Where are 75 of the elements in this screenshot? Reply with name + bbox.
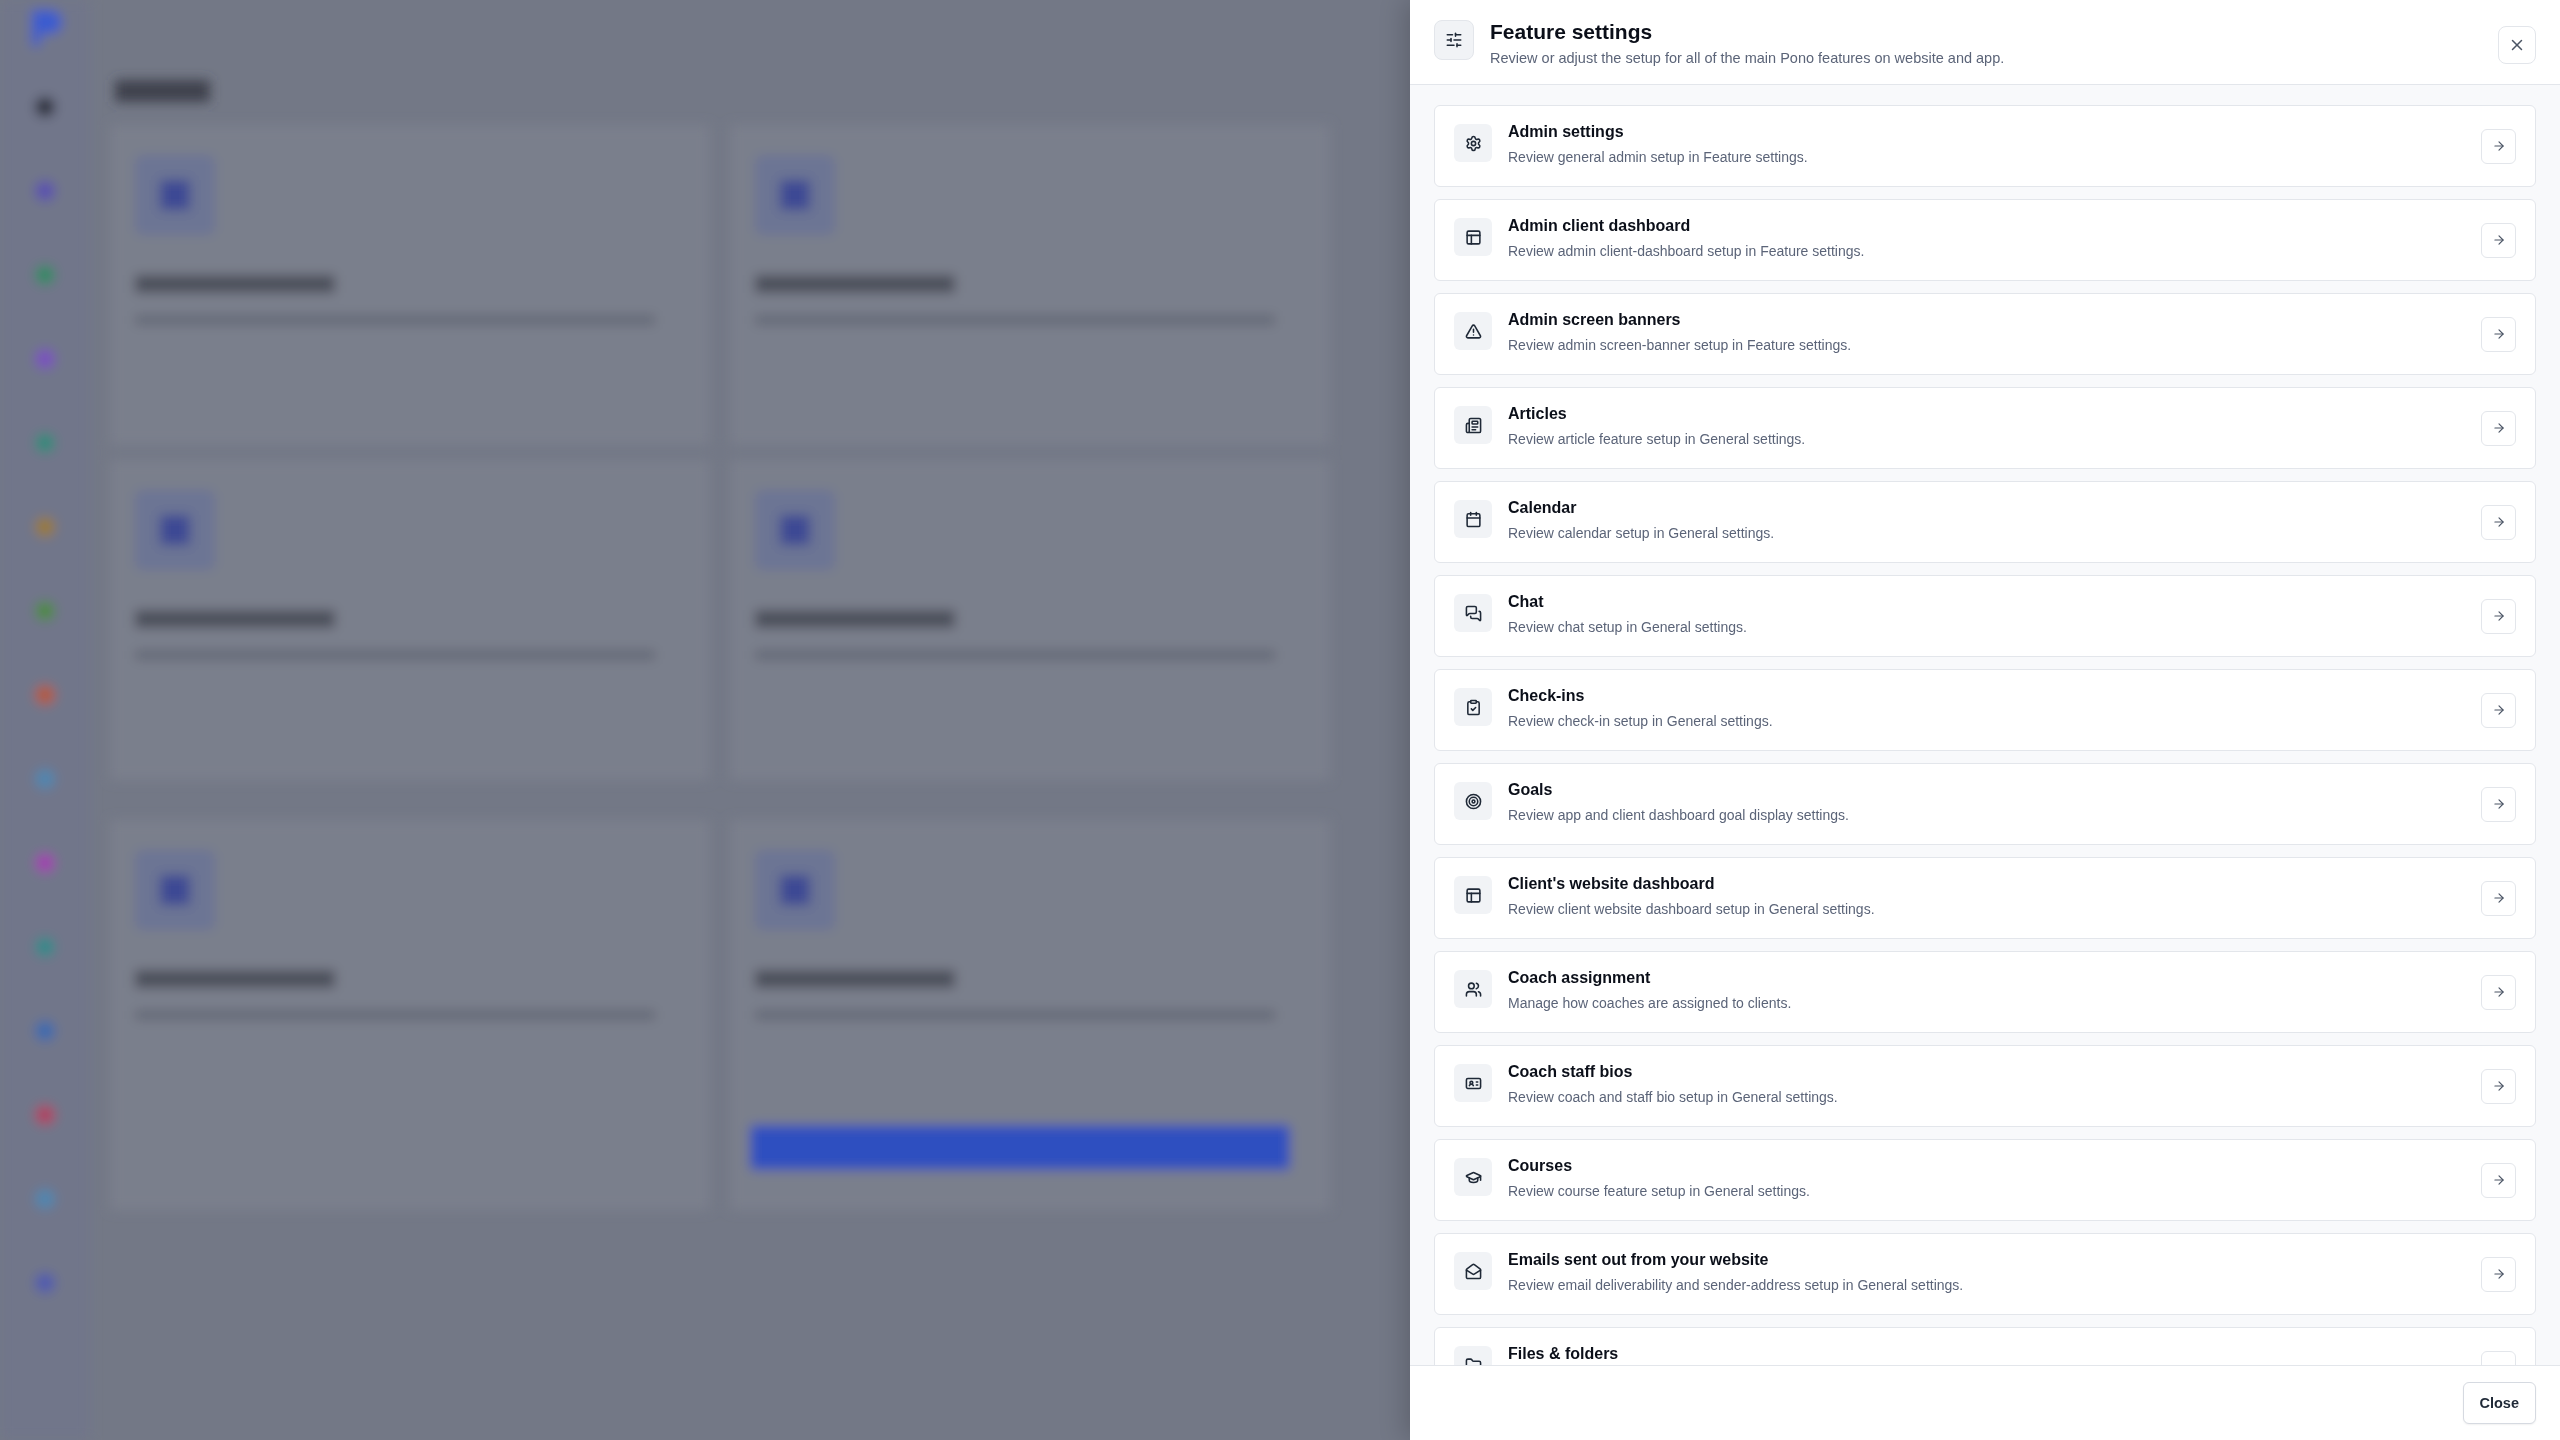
layout-icon xyxy=(1454,876,1492,914)
panel-subtitle: Review or adjust the setup for all of the main Pono features on website and app. xyxy=(1490,50,2006,66)
feature-description: Review chat setup in General settings. xyxy=(1508,619,1748,635)
feature-row[interactable]: Admin screen banners Review admin screen-banner setup in Feature settings. xyxy=(1434,293,2536,375)
feature-description: Review coach and staff bio setup in General settings. xyxy=(1508,1089,1839,1105)
feature-title: Articles xyxy=(1508,405,1568,423)
gear-icon xyxy=(1454,124,1492,162)
feature-description: Review article feature setup in General settings. xyxy=(1508,431,1807,447)
warning-icon xyxy=(1454,312,1492,350)
feature-description: Review course feature setup in General settings. xyxy=(1508,1183,1811,1199)
clipboard-check-icon xyxy=(1454,688,1492,726)
feature-title: Goals xyxy=(1508,781,1554,799)
feature-title: Chat xyxy=(1508,593,1545,611)
feature-row[interactable]: Check-ins Review check-in setup in General settings. xyxy=(1434,669,2536,751)
id-card-icon xyxy=(1454,1064,1492,1102)
arrow-button[interactable] xyxy=(2481,974,2516,1010)
arrow-button[interactable] xyxy=(2481,598,2516,634)
arrow-button[interactable] xyxy=(2481,1068,2516,1104)
feature-title: Calendar xyxy=(1508,499,1578,517)
sliders-icon xyxy=(1434,20,1474,60)
feature-row[interactable]: Emails sent out from your website Review email deliverability and sender-address setup in General settings. xyxy=(1434,1233,2536,1315)
feature-row[interactable]: Admin client dashboard Review admin client-dashboard setup in Feature settings. xyxy=(1434,199,2536,281)
feature-row[interactable]: Goals Review app and client dashboard goal display settings. xyxy=(1434,763,2536,845)
feature-title: Check-ins xyxy=(1508,687,1586,705)
feature-row[interactable]: Client's website dashboard Review client website dashboard setup in General settings. xyxy=(1434,857,2536,939)
feature-title: Files & folders xyxy=(1508,1345,1620,1363)
arrow-button[interactable] xyxy=(2481,128,2516,164)
feature-row[interactable]: Courses Review course feature setup in General settings. xyxy=(1434,1139,2536,1221)
people-icon xyxy=(1454,970,1492,1008)
chat-bubbles-icon xyxy=(1454,594,1492,632)
arrow-button[interactable] xyxy=(2481,410,2516,446)
panel-title: Feature settings xyxy=(1490,20,1654,44)
graduation-cap-icon xyxy=(1454,1158,1492,1196)
arrow-right-icon xyxy=(2491,1079,2506,1093)
arrow-button[interactable] xyxy=(2481,1256,2516,1292)
arrow-button[interactable] xyxy=(2481,880,2516,916)
feature-title: Emails sent out from your website xyxy=(1508,1251,1770,1269)
feature-title: Coach assignment xyxy=(1508,969,1652,987)
arrow-button[interactable] xyxy=(2481,222,2516,258)
feature-row[interactable]: Articles Review article feature setup in General settings. xyxy=(1434,387,2536,469)
arrow-button[interactable] xyxy=(2481,692,2516,728)
layout-icon xyxy=(1454,218,1492,256)
arrow-button[interactable] xyxy=(2481,504,2516,540)
arrow-button[interactable] xyxy=(2481,786,2516,822)
feature-row[interactable]: Coach assignment Manage how coaches are assigned to clients. xyxy=(1434,951,2536,1033)
open-envelope-icon xyxy=(1454,1252,1492,1290)
feature-description: Review calendar setup in General settings. xyxy=(1508,525,1776,541)
feature-description: Review admin client-dashboard setup in Feature settings. xyxy=(1508,243,1866,259)
feature-description: Review email deliverability and sender-address setup in General settings. xyxy=(1508,1277,1965,1293)
newspaper-icon xyxy=(1454,406,1492,444)
feature-title: Admin settings xyxy=(1508,123,1625,141)
feature-description: Review check-in setup in General settings. xyxy=(1508,713,1774,729)
feature-description: Review client website dashboard setup in General settings. xyxy=(1508,901,1876,917)
calendar-icon xyxy=(1454,500,1492,538)
feature-description: Review general admin setup in Feature settings. xyxy=(1508,149,1809,165)
arrow-right-icon xyxy=(2491,1267,2506,1281)
feature-title: Coach staff bios xyxy=(1508,1063,1634,1081)
arrow-button[interactable] xyxy=(2481,316,2516,352)
arrow-right-icon xyxy=(2491,1173,2506,1187)
target-icon xyxy=(1454,782,1492,820)
close-button[interactable]: Close xyxy=(2462,1382,2536,1424)
feature-row[interactable]: Coach staff bios Review coach and staff bio setup in General settings. xyxy=(1434,1045,2536,1127)
feature-title: Admin client dashboard xyxy=(1508,217,1692,235)
feature-title: Client's website dashboard xyxy=(1508,875,1716,893)
arrow-button[interactable] xyxy=(2481,1162,2516,1198)
feature-description: Manage how coaches are assigned to clients. xyxy=(1508,995,1793,1011)
feature-description: Review admin screen-banner setup in Feature settings. xyxy=(1508,337,1853,353)
feature-row[interactable]: Calendar Review calendar setup in General settings. xyxy=(1434,481,2536,563)
close-button[interactable] xyxy=(2498,26,2536,64)
feature-title: Admin screen banners xyxy=(1508,311,1682,329)
feature-row[interactable]: Chat Review chat setup in General settings. xyxy=(1434,575,2536,657)
feature-row[interactable]: Files & folders xyxy=(1434,1327,2536,1365)
feature-row[interactable]: Admin settings Review general admin setup in Feature settings. xyxy=(1434,105,2536,187)
feature-title: Courses xyxy=(1508,1157,1574,1175)
feature-description: Review app and client dashboard goal display settings. xyxy=(1508,807,1850,823)
